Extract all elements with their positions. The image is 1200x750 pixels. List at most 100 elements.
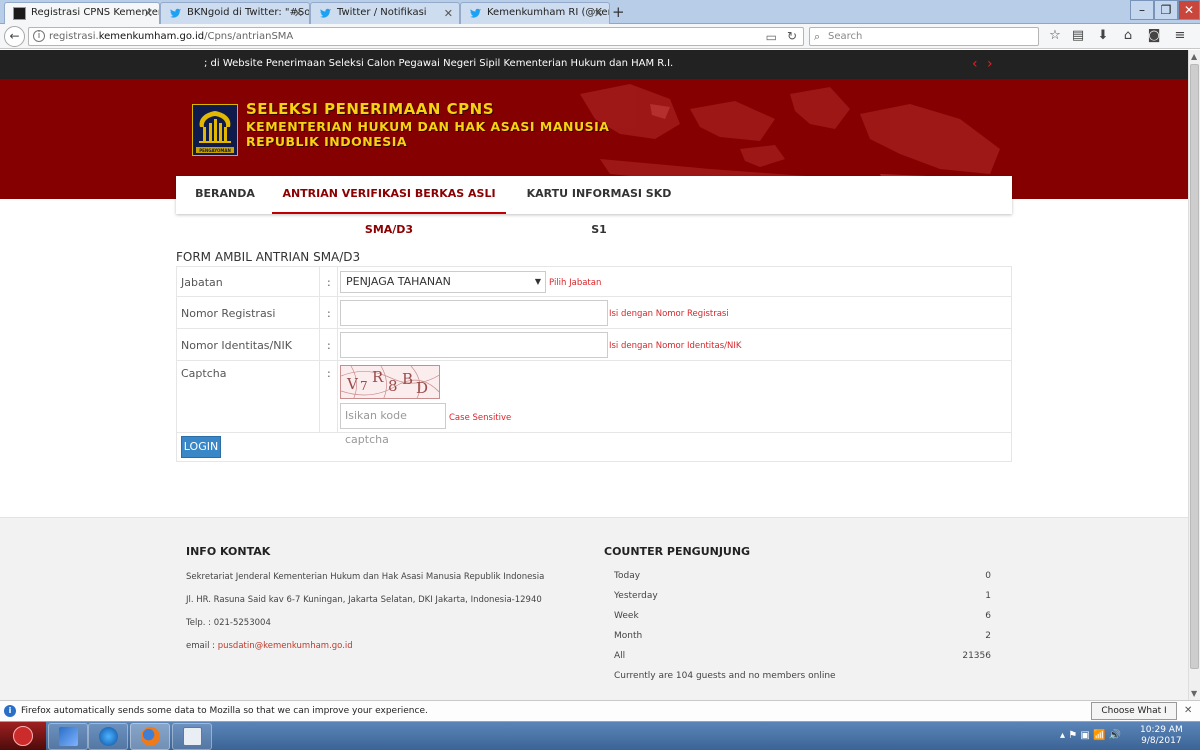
tab-close-icon[interactable]: ✕ xyxy=(294,7,303,20)
taskbar-app-firefox[interactable] xyxy=(130,723,170,750)
form-divider xyxy=(319,267,320,296)
menu-item-beranda[interactable]: BERANDA xyxy=(188,176,262,214)
url-domain: kemenkumham.go.id xyxy=(98,31,205,42)
tab-close-icon[interactable]: ✕ xyxy=(144,7,153,20)
captcha-code: V 7 R 8 B D xyxy=(341,366,439,398)
search-icon: ⌕ xyxy=(814,30,821,43)
windows-taskbar: ▴ ⚑ ▣ 📶 🔊 10:29 AM 9/8/2017 xyxy=(0,721,1200,750)
counter-label: Today xyxy=(614,571,641,581)
bookmark-star-icon[interactable]: ☆ xyxy=(1046,28,1064,43)
tab-registrasi-cpns[interactable]: Registrasi CPNS Kementeri... ✕ xyxy=(4,2,160,25)
taskbar-app-explorer[interactable] xyxy=(48,723,88,750)
ticker-text: ; di Website Penerimaan Seleksi Calon Pe… xyxy=(204,58,674,69)
reload-icon[interactable]: ↻ xyxy=(787,28,797,45)
jabatan-select[interactable]: PENJAGA TAHANAN ▼ xyxy=(340,271,546,293)
choose-what-i-share-button[interactable]: Choose What I Share xyxy=(1091,702,1177,732)
captcha-char: 8 xyxy=(388,377,398,395)
logo-caption: PENGAYOMAN xyxy=(199,148,231,153)
captcha-image: V 7 R 8 B D xyxy=(340,365,440,399)
form-row-captcha: Captcha : V 7 R 8 B D Isikan kode captch… xyxy=(177,361,1011,446)
media-player-icon xyxy=(99,727,118,746)
info-icon: i xyxy=(4,705,16,717)
pocket-icon[interactable]: ◙ xyxy=(1145,28,1163,43)
taskbar-clock[interactable]: 10:29 AM 9/8/2017 xyxy=(1140,725,1183,747)
search-input[interactable]: ⌕ Search xyxy=(809,27,1039,46)
new-tab-plus-icon[interactable]: + xyxy=(612,3,625,21)
nomor-identitas-input[interactable] xyxy=(340,332,608,358)
ticker-prev-icon[interactable]: ‹ xyxy=(972,50,978,78)
scroll-down-arrow-icon[interactable]: ▼ xyxy=(1191,689,1197,698)
tab-bkngoid-twitter[interactable]: BKNgoid di Twitter: "#Sob... ✕ xyxy=(160,2,310,24)
ticker-next-icon[interactable]: › xyxy=(987,50,993,78)
twitter-bird-icon xyxy=(469,8,482,18)
tab-title: Twitter / Notifikasi xyxy=(337,7,427,18)
counter-value: 21356 xyxy=(962,651,991,661)
form-divider xyxy=(337,361,338,432)
form-title: FORM AMBIL ANTRIAN SMA/D3 xyxy=(176,250,361,264)
restore-window-icon[interactable]: ❐ xyxy=(1154,0,1178,20)
counter-value: 0 xyxy=(985,571,991,581)
captcha-label: Captcha xyxy=(181,367,227,380)
hamburger-menu-icon[interactable]: ≡ xyxy=(1171,28,1189,43)
form-divider xyxy=(337,329,338,360)
home-icon[interactable]: ⌂ xyxy=(1119,28,1137,43)
login-button[interactable]: LOGIN xyxy=(181,436,221,458)
nomor-registrasi-hint: Isi dengan Nomor Registrasi xyxy=(609,309,729,319)
menu-item-kartu-informasi[interactable]: KARTU INFORMASI SKD S1 xyxy=(524,176,674,236)
pengayoman-logo: PENGAYOMAN xyxy=(192,104,238,156)
close-window-button[interactable]: ✕ xyxy=(1178,0,1200,20)
close-notification-icon[interactable]: ✕ xyxy=(1184,701,1192,721)
download-arrow-icon[interactable]: ⬇ xyxy=(1094,28,1112,43)
counter-value: 2 xyxy=(985,631,991,641)
form-divider xyxy=(319,329,320,360)
site-info-icon[interactable]: i xyxy=(33,30,45,42)
bookmarks-list-icon[interactable]: ▤ xyxy=(1069,28,1087,43)
window-app-icon xyxy=(183,727,202,746)
counter-label: All xyxy=(614,651,626,661)
form-colon: : xyxy=(327,276,331,289)
form-divider xyxy=(319,297,320,328)
minimize-window-icon[interactable]: – xyxy=(1130,0,1154,20)
captcha-char: B xyxy=(402,370,414,388)
counter-title: COUNTER PENGUNJUNG xyxy=(604,545,751,558)
search-placeholder: Search xyxy=(828,31,863,42)
footer: INFO KONTAK Sekretariat Jenderal Kemente… xyxy=(0,517,1188,700)
email-link[interactable]: pusdatin@kemenkumham.go.id xyxy=(218,641,353,651)
scroll-up-arrow-icon[interactable]: ▲ xyxy=(1191,52,1197,61)
url-bar[interactable]: i registrasi.kemenkumham.go.id/Cpns/antr… xyxy=(28,27,804,46)
system-tray-icons[interactable]: ▴ ⚑ ▣ 📶 🔊 xyxy=(1060,730,1121,741)
info-kontak-title: INFO KONTAK xyxy=(186,545,271,558)
taskbar-app-window[interactable] xyxy=(172,723,212,750)
counter-label: Month xyxy=(614,631,643,641)
notification-text: Firefox automatically sends some data to… xyxy=(21,706,428,716)
jabatan-label: Jabatan xyxy=(181,276,223,289)
nomor-registrasi-input[interactable] xyxy=(340,300,608,326)
page-scrollbar[interactable]: ▲ ▼ xyxy=(1188,50,1200,700)
nomor-registrasi-label: Nomor Registrasi xyxy=(181,307,276,320)
captcha-input[interactable]: Isikan kode captcha xyxy=(340,403,446,446)
back-arrow-icon[interactable]: ← xyxy=(4,26,25,47)
nomor-identitas-label: Nomor Identitas/NIK xyxy=(181,339,292,352)
tab-kemenkumham-twitter[interactable]: Kemenkumham RI (@Kem... ✕ xyxy=(460,2,610,24)
tab-title: BKNgoid di Twitter: "#Sob... xyxy=(187,7,310,18)
scrollbar-thumb[interactable] xyxy=(1190,64,1199,669)
counter-value: 6 xyxy=(985,611,991,621)
taskbar-app-media-player[interactable] xyxy=(88,723,128,750)
twitter-bird-icon xyxy=(169,8,182,18)
form-row-nomor-identitas: Nomor Identitas/NIK : Isi dengan Nomor I… xyxy=(177,329,1011,361)
windows-explorer-icon xyxy=(59,727,78,746)
tab-twitter-notifikasi[interactable]: Twitter / Notifikasi ✕ xyxy=(310,2,460,24)
tab-close-icon[interactable]: ✕ xyxy=(594,7,603,20)
reader-view-icon[interactable]: ▭ xyxy=(766,29,777,46)
firefox-icon xyxy=(141,727,160,746)
chevron-down-icon: ▼ xyxy=(534,277,541,286)
banner-title-line2: KEMENTERIAN HUKUM DAN HAK ASASI MANUSIA xyxy=(246,119,610,134)
queue-form: Jabatan : PENJAGA TAHANAN ▼ Pilih Jabata… xyxy=(176,266,1012,462)
tab-title: Kemenkumham RI (@Kem... xyxy=(487,7,609,18)
twitter-bird-icon xyxy=(319,8,332,18)
tab-close-icon[interactable]: ✕ xyxy=(444,7,453,20)
captcha-char: V xyxy=(347,375,358,393)
menu-item-antrian-verifikasi[interactable]: ANTRIAN VERIFIKASI BERKAS ASLI SMA/D3 xyxy=(272,176,506,236)
email-line: email : pusdatin@kemenkumham.go.id xyxy=(186,641,353,651)
start-button[interactable] xyxy=(0,722,46,750)
